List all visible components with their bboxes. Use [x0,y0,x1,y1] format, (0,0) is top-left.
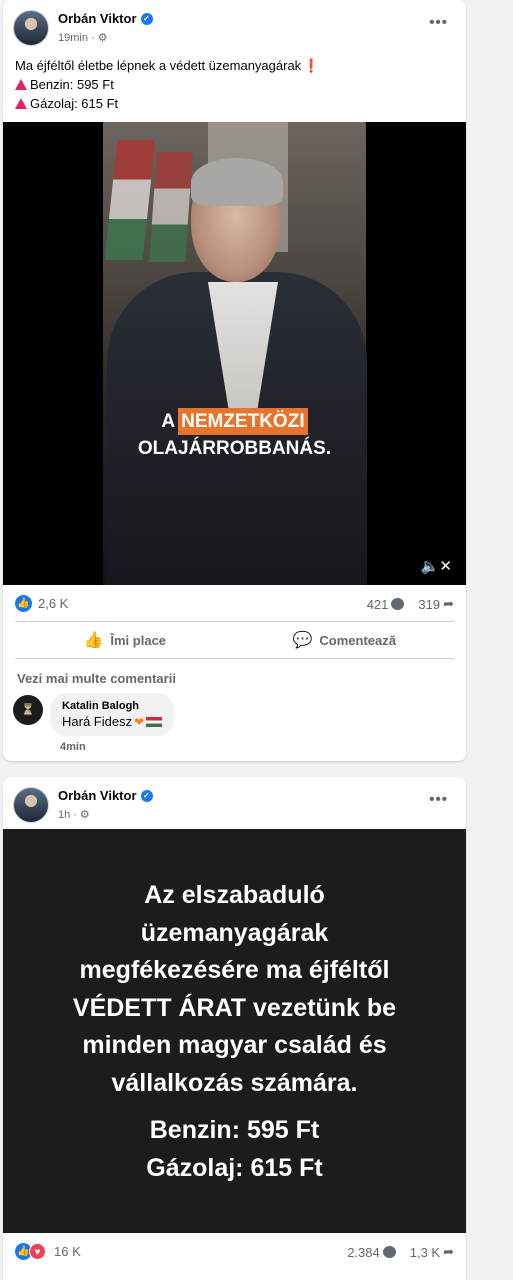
commenter-avatar[interactable]: ⏳ [13,695,43,725]
more-options-icon[interactable]: ••• [429,791,448,808]
post-stats: 👍 ♥ 16 K 2.384 1,3 K ➦ [3,1233,466,1269]
like-button[interactable]: 👍 Îmi place [15,622,235,658]
avatar[interactable] [13,787,49,823]
comment-bubble: Katalin Balogh Hará Fidesz ❤ [50,693,175,736]
subtitle-line2: OLAJÁRROBBANÁS. [137,438,332,459]
share-count-text[interactable]: 319 [418,597,440,612]
like-label[interactable]: Îmi place [110,633,166,648]
image-text-line: VÉDETT ÁRAT vezetünk be [72,993,397,1022]
subtitle-highlight: NEMZETKÖZI [178,408,308,435]
video-player[interactable]: A NEMZETKÖZI OLAJÁRROBBANÁS. 🔈✕ [3,122,466,585]
love-reaction-icon[interactable]: ♥ [29,1243,46,1260]
author-name[interactable]: Orbán Viktor ✓ [58,11,153,26]
image-text-line: Az elszabaduló [144,881,325,909]
post-image[interactable]: Az elszabaduló üzemanyagárak megfékezésé… [3,829,466,1233]
more-options-icon[interactable]: ••• [429,14,448,31]
caption-benzin: Benzin: 595 Ft [30,77,114,92]
image-price-benzin: Benzin: 595 Ft [149,1116,320,1144]
image-text-line: üzemanyagárak [140,918,329,947]
view-more-comments-link[interactable]: Vezi mai multe comentarii [3,659,466,693]
orange-heart-icon: ❤ [134,714,145,729]
comment-count-text[interactable]: 2.384 [347,1245,380,1260]
post-time[interactable]: 1h [58,809,70,821]
verified-badge-icon: ✓ [140,12,153,25]
comment-label[interactable]: Comentează [319,633,396,648]
author-name-text[interactable]: Orbán Viktor [58,788,137,803]
image-text-line: vállalkozás számára. [111,1068,358,1097]
post-time[interactable]: 19min [58,32,88,44]
post-header: Orbán Viktor ✓ 1h · ⚙ ••• [3,777,466,829]
image-price-gazolaj: Gázolaj: 615 Ft [146,1153,323,1182]
share-count[interactable]: 1,3 K ➦ [410,1244,454,1260]
red-triangle-icon [15,98,27,109]
hungary-flag-icon [146,716,163,727]
comment-count[interactable]: 2.384 [347,1244,396,1260]
comment-bubble-icon [391,598,405,610]
post-card: Orbán Viktor ✓ 19min · ⚙ ••• Ma éjféltől… [3,0,466,761]
comment-count-text[interactable]: 421 [367,597,389,612]
right-gutter [476,0,513,1280]
settings-icon: ⚙ [79,809,90,821]
like-reaction-icon[interactable]: 👍 [15,595,32,612]
red-triangle-icon [15,79,27,90]
image-text-line: megfékezésére ma éjféltől [79,956,390,984]
comment-time[interactable]: 4min [60,741,86,753]
avatar[interactable] [13,10,49,46]
image-prices: Benzin: 595 Ft Gázolaj: 615 Ft [3,1112,466,1187]
image-text-body: Az elszabaduló üzemanyagárak megfékezésé… [3,877,466,1102]
commenter-name[interactable]: Katalin Balogh [62,700,162,712]
reaction-count[interactable]: 2,6 K [38,596,68,611]
verified-badge-icon: ✓ [140,789,153,802]
image-text-line: minden magyar család és [82,1031,387,1059]
post-meta: 1h · ⚙ [58,808,90,822]
comment-item: ⏳ Katalin Balogh Hará Fidesz ❤ 4min [3,693,466,753]
news-feed: Orbán Viktor ✓ 19min · ⚙ ••• Ma éjféltől… [3,0,466,1280]
caption-text: Ma éjféltől életbe lépnek a védett üzema… [15,58,302,73]
comment-bubble-icon [382,1246,396,1258]
settings-icon: ⚙ [97,32,108,44]
author-name-text[interactable]: Orbán Viktor [58,11,137,26]
comment-text: Hará Fidesz ❤ [62,714,163,729]
thumbs-up-icon: 👍 [83,632,104,649]
comment-button[interactable]: 💬 Comentează [235,622,455,658]
reaction-count[interactable]: 16 K [54,1244,81,1259]
separator: · [73,808,77,821]
post-card: Orbán Viktor ✓ 1h · ⚙ ••• Az elszabaduló… [3,777,466,1280]
exclamation-icon: ❗ [303,58,320,73]
post-stats: 👍 2,6 K 421 319 ➦ [3,585,466,621]
post-actions: 👍 Îmi place 💬 Comentează [15,621,454,659]
separator: · [90,31,95,44]
share-icon: ➦ [443,1244,454,1259]
post-caption: Ma éjféltől életbe lépnek a védett üzema… [3,52,466,122]
hungarian-flag-image [149,152,193,262]
post-header: Orbán Viktor ✓ 19min · ⚙ ••• [3,0,466,52]
mute-icon[interactable]: 🔈✕ [421,557,452,575]
comment-count[interactable]: 421 [367,596,405,612]
subtitle-prefix: A [161,411,176,432]
caption-gazolaj: Gázolaj: 615 Ft [30,96,119,111]
comment-text-value: Hará Fidesz [62,714,133,729]
post-meta: 19min · ⚙ [58,31,108,45]
share-count[interactable]: 319 ➦ [418,596,454,612]
video-subtitle: A NEMZETKÖZI OLAJÁRROBBANÁS. [3,408,466,462]
speaker-hair [191,158,283,206]
author-name[interactable]: Orbán Viktor ✓ [58,788,153,803]
share-icon: ➦ [443,596,454,611]
share-count-text[interactable]: 1,3 K [410,1245,440,1260]
comment-icon: 💬 [292,632,313,649]
